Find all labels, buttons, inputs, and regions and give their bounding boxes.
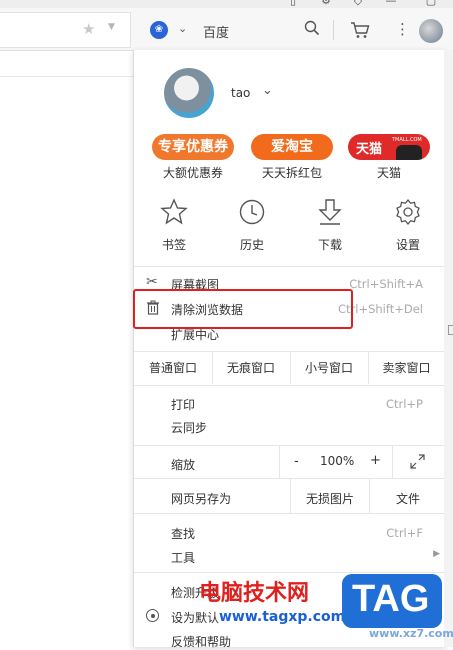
tmall-tile-text: 天猫 bbox=[356, 142, 383, 157]
tool-bookmarks[interactable] bbox=[154, 198, 194, 229]
divider bbox=[134, 266, 445, 267]
promo-coupon-tile[interactable]: 专享优惠券 bbox=[152, 134, 234, 160]
divider bbox=[333, 20, 334, 40]
menu-item-shortcut: Ctrl+Shift+A bbox=[349, 277, 423, 291]
tool-bookmarks-label[interactable]: 书签 bbox=[154, 236, 194, 253]
divider bbox=[0, 76, 133, 77]
radio-dot bbox=[150, 613, 155, 618]
cart-icon[interactable] bbox=[350, 21, 370, 42]
tool-history[interactable] bbox=[232, 198, 272, 229]
scrollbar[interactable] bbox=[444, 50, 453, 647]
new-incognito-window-button[interactable]: 无痕窗口 bbox=[212, 352, 291, 384]
save-lossless-image-button[interactable]: 无损图片 bbox=[306, 490, 354, 507]
user-avatar[interactable] bbox=[164, 68, 214, 118]
save-as-label: 网页另存为 bbox=[171, 492, 232, 506]
more-vertical-icon[interactable]: ⋮ bbox=[395, 20, 410, 38]
save-file-button[interactable]: 文件 bbox=[396, 490, 420, 507]
tmall-badge: TMALL.COM bbox=[392, 137, 422, 143]
menu-item-label: 工具 bbox=[171, 551, 196, 565]
menu-item-label: 打印 bbox=[171, 398, 196, 412]
new-seller-window-button[interactable]: 卖家窗口 bbox=[368, 352, 445, 384]
user-name[interactable]: tao bbox=[231, 86, 250, 100]
baidu-paw-icon: ❀ bbox=[150, 21, 168, 39]
zoom-in-button[interactable]: + bbox=[370, 453, 381, 468]
divider bbox=[134, 513, 445, 514]
watermark-url: www.tagxp.com bbox=[219, 609, 346, 625]
menu-item-shortcut: Ctrl+F bbox=[386, 526, 423, 540]
zoom-value: 100% bbox=[320, 454, 355, 468]
highlight-box bbox=[133, 289, 353, 329]
menu-item-label: 设为默认 bbox=[171, 611, 220, 625]
download-icon bbox=[318, 199, 342, 225]
shield-icon[interactable]: ◇ bbox=[352, 0, 364, 6]
avatar[interactable] bbox=[419, 19, 443, 43]
menu-item-find[interactable]: 查找 Ctrl+F bbox=[134, 521, 445, 543]
url-field[interactable]: ★ ▼ bbox=[0, 12, 131, 48]
new-normal-window-button[interactable]: 普通窗口 bbox=[134, 352, 213, 384]
zoom-label: 缩放 bbox=[171, 458, 196, 472]
main-menu: tao ⌄ 专享优惠券 大额优惠券 爱淘宝 天天拆红包 天猫 TMALL.COM… bbox=[133, 50, 446, 650]
tmall-cat-icon bbox=[396, 145, 422, 160]
menu-item-print[interactable]: 打印 Ctrl+P bbox=[134, 393, 445, 415]
pin-icon[interactable]: ▯ bbox=[287, 0, 299, 6]
watermark-tag-text: TAG bbox=[352, 578, 430, 620]
gear-icon bbox=[396, 198, 420, 226]
page-content bbox=[0, 51, 133, 647]
chevron-right-icon: ▶ bbox=[433, 549, 440, 559]
promo-coupon-label[interactable]: 大额优惠券 bbox=[163, 164, 223, 181]
tool-settings[interactable] bbox=[388, 198, 428, 229]
window-icon[interactable]: ▢ bbox=[425, 0, 437, 6]
zoom-out-button[interactable]: - bbox=[294, 454, 299, 469]
promo-aitaobao-tile[interactable]: 爱淘宝 bbox=[251, 134, 333, 160]
minimize-icon[interactable]: — bbox=[385, 0, 397, 6]
divider bbox=[134, 572, 445, 573]
tool-settings-label[interactable]: 设置 bbox=[388, 236, 428, 253]
resize-marker bbox=[448, 325, 453, 335]
menu-item-label: 查找 bbox=[171, 527, 196, 541]
divider bbox=[392, 446, 393, 478]
promo-aitaobao-label[interactable]: 天天拆红包 bbox=[262, 164, 322, 181]
menu-item-shortcut: Ctrl+P bbox=[385, 397, 423, 411]
watermark-title: 电脑技术网 bbox=[199, 581, 310, 606]
divider bbox=[134, 385, 445, 386]
star-icon[interactable]: ★ bbox=[82, 20, 95, 38]
window-top-strip: ▯ ⚙ ◇ — ▢ bbox=[0, 0, 453, 8]
menu-item-feedback[interactable]: 反馈和帮助 bbox=[171, 633, 231, 650]
search-engine-name: 百度 bbox=[203, 26, 230, 41]
new-secondary-window-button[interactable]: 小号窗口 bbox=[290, 352, 369, 384]
bookmark-star-icon bbox=[160, 198, 188, 225]
address-bar: ★ ▼ ❀ ⌄ 百度 ⋮ bbox=[0, 8, 453, 51]
zoom-controls: - 100% + bbox=[279, 446, 446, 478]
menu-item-extensions[interactable]: 扩展中心 bbox=[171, 326, 219, 343]
chevron-down-icon[interactable]: ▼ bbox=[108, 22, 115, 32]
tool-downloads-label[interactable]: 下载 bbox=[310, 236, 350, 253]
divider bbox=[369, 479, 370, 513]
promo-tmall-tile[interactable]: 天猫 TMALL.COM bbox=[348, 134, 430, 160]
promo-tmall-label[interactable]: 天猫 bbox=[377, 164, 401, 181]
chevron-down-icon[interactable]: ⌄ bbox=[262, 83, 273, 98]
menu-item-sync[interactable]: 云同步 bbox=[171, 419, 207, 436]
tool-history-label[interactable]: 历史 bbox=[232, 236, 272, 253]
chevron-down-icon: ⌄ bbox=[178, 22, 188, 35]
extension-icon[interactable]: ⚙ bbox=[320, 0, 332, 6]
save-as-controls: 无损图片 文件 bbox=[290, 479, 446, 513]
watermark-site2: www.xz7.com bbox=[369, 627, 453, 640]
watermark-tag-logo: TAG bbox=[342, 574, 442, 628]
fullscreen-icon[interactable] bbox=[410, 454, 425, 469]
scissors-icon: ✂ bbox=[146, 274, 158, 290]
search-icon[interactable] bbox=[304, 20, 320, 40]
clock-icon bbox=[239, 199, 265, 225]
menu-item-tools[interactable]: 工具 ▶ bbox=[134, 545, 445, 567]
tool-downloads[interactable] bbox=[310, 198, 350, 229]
